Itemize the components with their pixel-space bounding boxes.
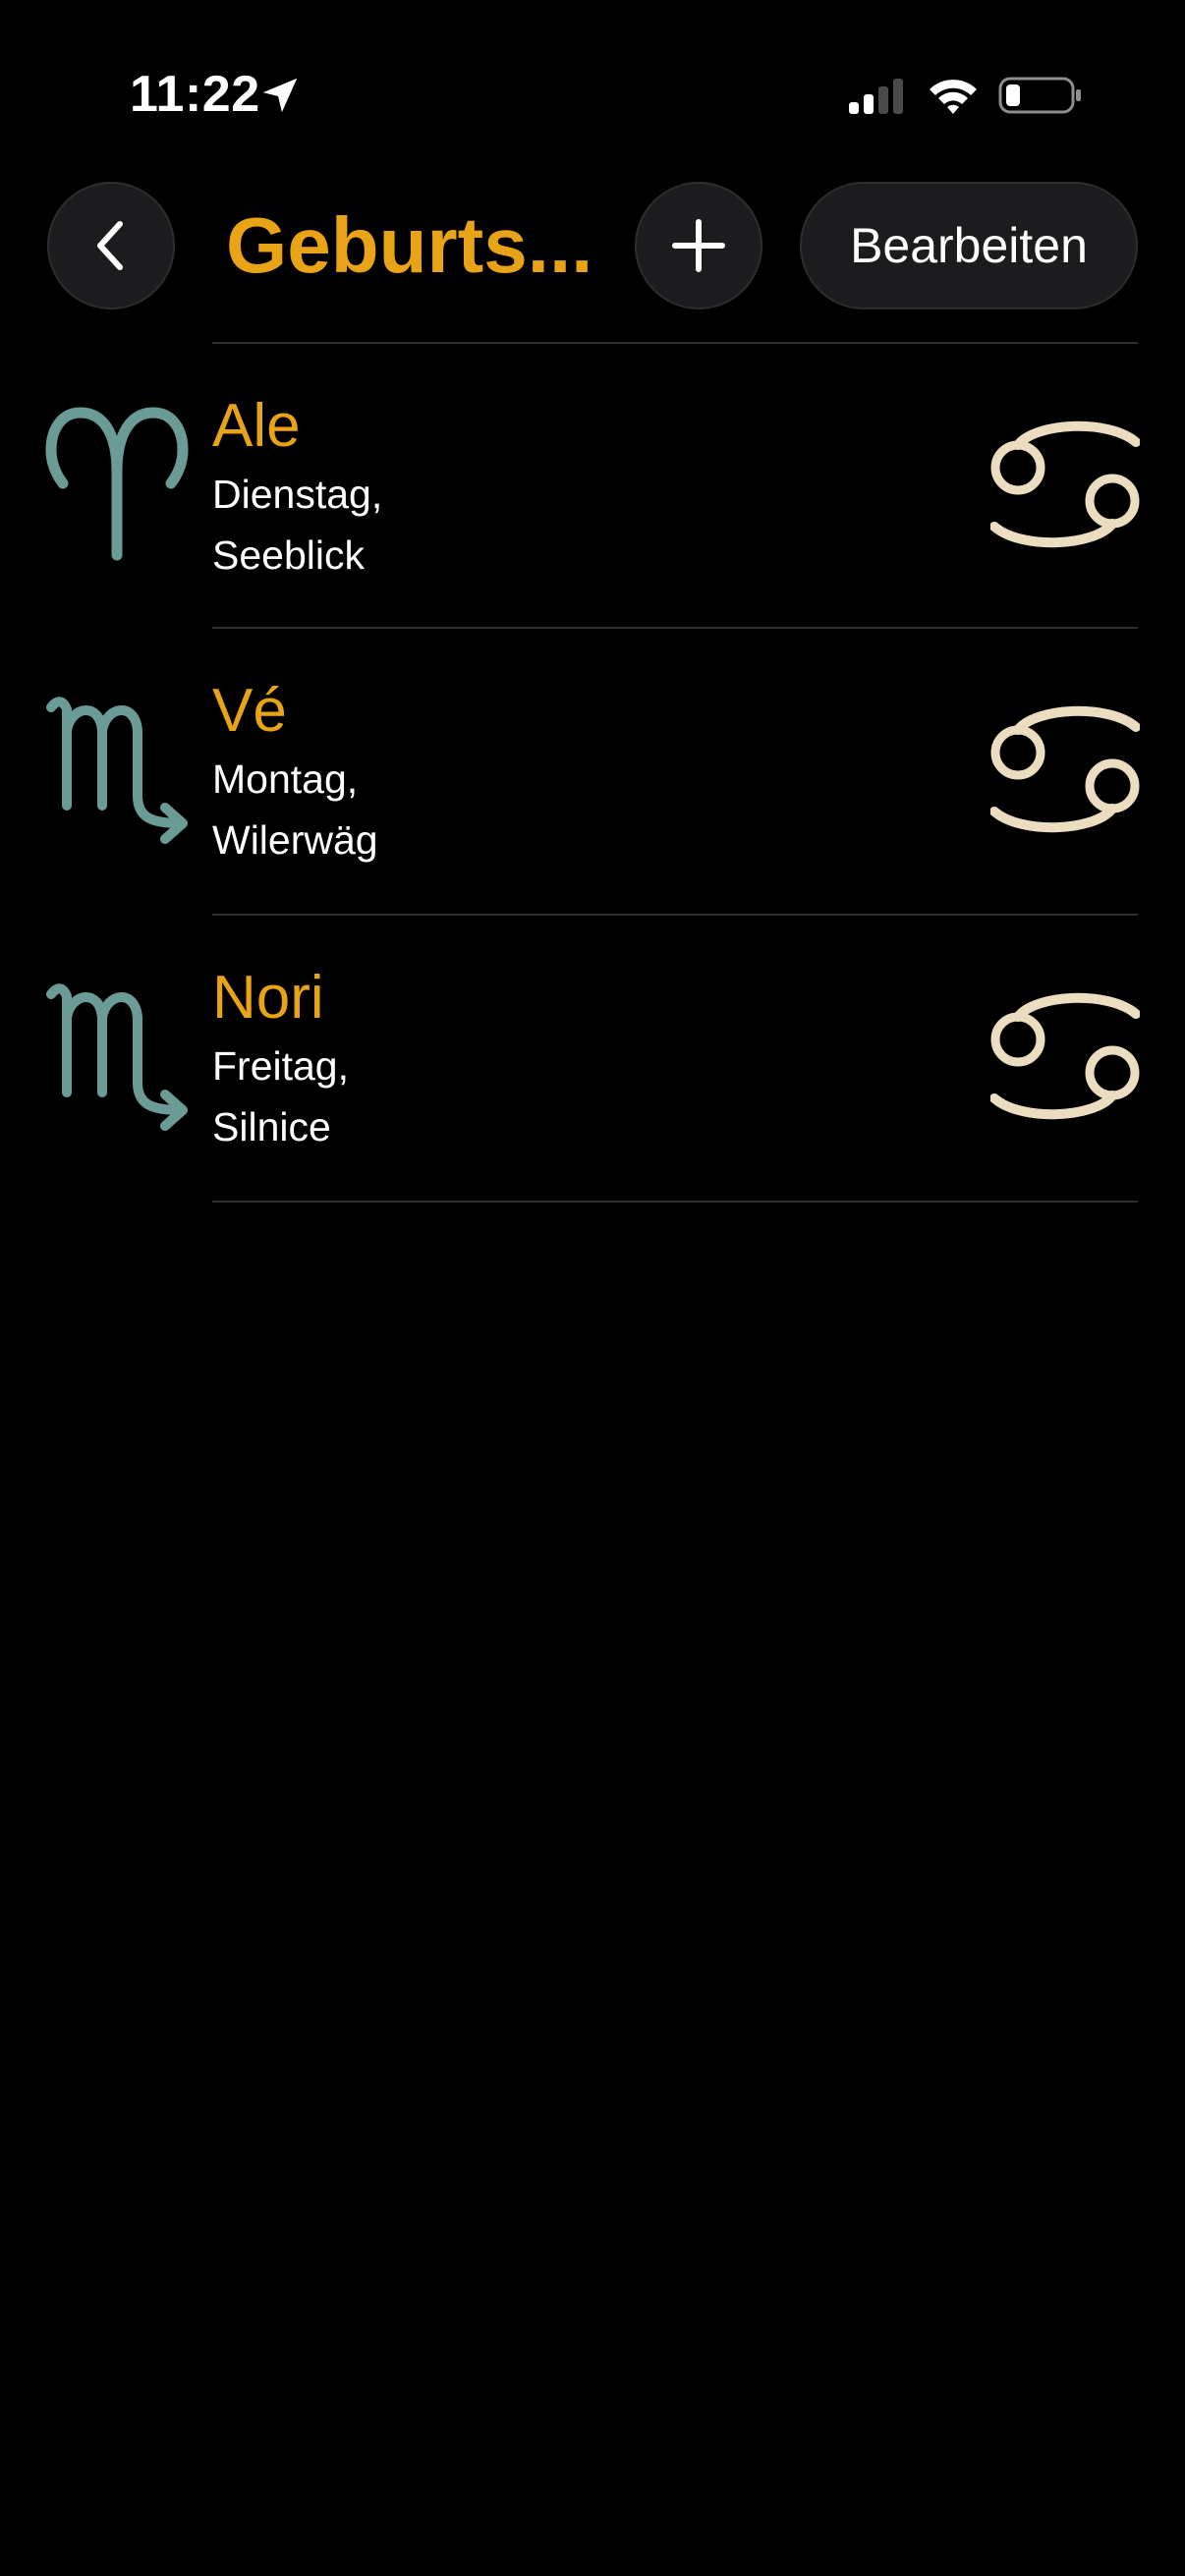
cancer-icon <box>990 992 1140 1120</box>
entry-place: Seeblick <box>212 532 365 578</box>
cancer-icon <box>990 705 1140 833</box>
edit-button[interactable]: Bearbeiten <box>800 182 1138 309</box>
entry-name: Nori <box>212 964 324 1032</box>
list-item[interactable]: Nori Freitag, Silnice <box>0 916 1185 1201</box>
location-arrow-icon <box>262 78 298 113</box>
navigation-bar: Geburts... Bearbeiten <box>0 177 1185 324</box>
list-item[interactable]: Ale Dienstag, Seeblick <box>0 344 1185 629</box>
cellular-signal-icon <box>849 79 903 114</box>
cancer-icon <box>990 420 1140 548</box>
list-item[interactable]: Vé Montag, Wilerwäg <box>0 629 1185 914</box>
back-button[interactable] <box>47 182 175 309</box>
chevron-left-icon <box>97 221 123 270</box>
entry-weekday: Freitag, <box>212 1043 349 1089</box>
aries-icon <box>45 407 189 561</box>
list-separator <box>212 1201 1138 1203</box>
scorpio-icon <box>46 983 188 1131</box>
battery-icon <box>998 77 1081 114</box>
entry-name: Ale <box>212 392 301 460</box>
scorpio-icon <box>46 697 188 844</box>
page-title: Geburts... <box>226 201 593 289</box>
entry-weekday: Dienstag, <box>212 472 383 517</box>
entry-place: Silnice <box>212 1104 331 1149</box>
add-button[interactable] <box>635 182 762 309</box>
status-bar: 11:22 <box>0 0 1185 187</box>
status-time: 11:22 <box>130 66 260 123</box>
plus-icon <box>672 219 725 272</box>
entry-name: Vé <box>212 677 287 745</box>
entry-weekday: Montag, <box>212 756 359 802</box>
entry-place: Wilerwäg <box>212 817 378 863</box>
wifi-icon <box>930 80 977 114</box>
